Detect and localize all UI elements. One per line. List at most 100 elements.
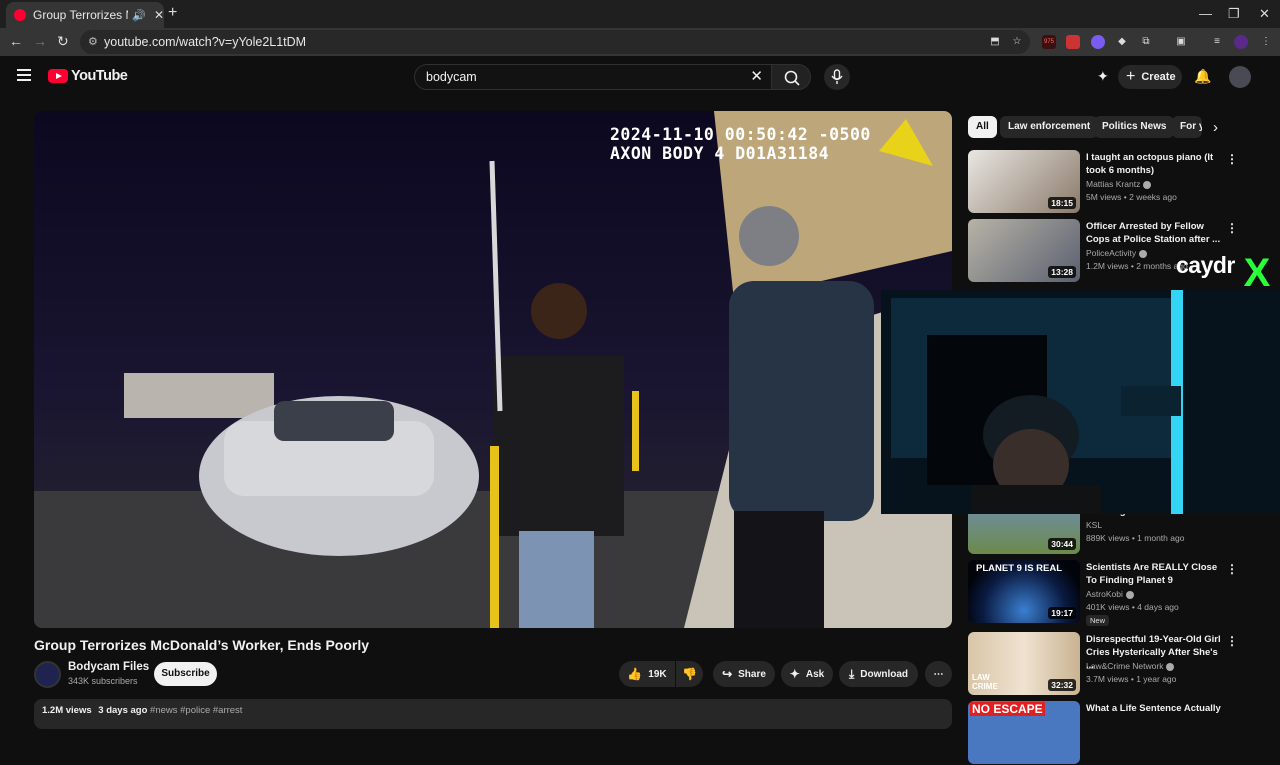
rec-channel[interactable]: Law&Crime Network (1086, 661, 1163, 671)
clear-search-icon[interactable]: ✕ (750, 65, 763, 89)
ask-button[interactable]: ✦ Ask (781, 661, 833, 687)
extension-purple-icon[interactable] (1091, 35, 1105, 49)
video-player[interactable]: 2024-11-10 00:50:42 -0500 AXON BODY 4 D0… (34, 111, 952, 628)
rec-title[interactable]: What a Life Sentence Actually (1086, 702, 1224, 715)
like-button[interactable]: 👍 19K (619, 661, 675, 687)
bookmark-star-icon[interactable]: ☆ (1010, 35, 1024, 49)
channel-name[interactable]: Bodycam Files (68, 661, 149, 673)
youtube-play-icon (48, 69, 68, 83)
rec-title[interactable]: Officer Arrested by Fellow Cops at Polic… (1086, 220, 1224, 246)
back-icon[interactable]: ← (9, 33, 23, 49)
share-arrow-icon: ↪ (722, 667, 733, 681)
browser-menu-icon[interactable]: ⋮ (1259, 35, 1273, 49)
address-bar[interactable]: ⚙ youtube.com/watch?v=yYole2L1tDM (80, 30, 1030, 54)
site-info-icon[interactable]: ⚙ (88, 35, 98, 48)
new-badge: New (1086, 615, 1110, 626)
download-button[interactable]: ⤓ Download (839, 661, 918, 687)
forward-icon[interactable]: → (33, 33, 47, 49)
close-tab-icon[interactable]: ✕ (154, 8, 164, 22)
minimize-icon[interactable]: — (1199, 6, 1212, 21)
rec-meta: 5M views • 2 weeks ago (1086, 192, 1177, 202)
like-count: 19K (648, 668, 667, 680)
cast-icon[interactable]: ✦ (1097, 68, 1109, 85)
chip-for-you[interactable]: For y (1172, 116, 1202, 138)
chip-law-enforcement[interactable]: Law enforcement (1000, 116, 1099, 138)
dislike-button[interactable]: 👎 (676, 661, 703, 687)
extension-red-icon[interactable] (1066, 35, 1080, 49)
recommendation-item[interactable]: LAW CRIME 32:32 Disrespectful 19-Year-Ol… (968, 632, 1268, 696)
chip-politics-news[interactable]: Politics News (1094, 116, 1175, 138)
youtube-logo[interactable]: YouTube (48, 68, 128, 84)
more-vertical-icon[interactable]: ⋮ (1226, 152, 1238, 166)
verified-check-icon (1143, 180, 1152, 189)
duration-badge: 30:44 (1048, 538, 1076, 550)
extension-diamond-icon[interactable]: ◆ (1115, 35, 1129, 49)
rec-title[interactable]: I taught an octopus piano (It took 6 mon… (1086, 151, 1224, 177)
duration-badge: 19:17 (1048, 607, 1076, 619)
sparkle-icon: ✦ (789, 667, 800, 681)
subscribe-button[interactable]: Subscribe (154, 662, 217, 686)
restore-icon[interactable]: ❐ (1228, 6, 1240, 22)
create-label: Create (1141, 71, 1176, 83)
rec-channel[interactable]: Mattias Krantz (1086, 179, 1140, 189)
streamer-webcam-overlay (881, 290, 1280, 514)
duration-badge: 13:28 (1048, 266, 1076, 278)
recommendation-item[interactable]: NO ESCAPE What a Life Sentence Actually (968, 701, 1268, 765)
menu-hamburger-icon[interactable] (17, 69, 31, 84)
rec-meta: 401K views • 4 days ago (1086, 602, 1179, 612)
chevron-right-icon[interactable]: › (1213, 119, 1218, 136)
voice-search-button[interactable] (824, 64, 850, 90)
hashtags[interactable]: #news #police #arrest (150, 705, 242, 716)
more-actions-button[interactable]: ⋯ (925, 661, 952, 687)
search-input[interactable]: bodycam ✕ (414, 64, 772, 90)
browser-tab[interactable]: Group Terrorizes McDonald's 🔊 ✕ (6, 2, 164, 28)
subscriber-count: 343K subscribers (68, 676, 138, 686)
video-frame (34, 111, 952, 628)
upload-age: 3 days ago (98, 705, 148, 716)
tab-title: Group Terrorizes McDonald's (33, 8, 128, 22)
description-box[interactable]: 1.2M views 3 days ago #news #police #arr… (34, 699, 952, 729)
recommendation-item[interactable]: 18:15 I taught an octopus piano (It took… (968, 150, 1268, 214)
install-app-icon[interactable]: ⬒ (988, 35, 1002, 49)
tab-search-icon[interactable]: ▣ (1174, 35, 1188, 49)
create-button[interactable]: + Create (1118, 65, 1182, 89)
rec-meta: 889K views • 1 month ago (1086, 533, 1185, 543)
notifications-bell-icon[interactable]: 🔔 (1194, 68, 1211, 85)
search-button[interactable] (771, 64, 811, 90)
recommendation-item[interactable]: PLANET 9 IS REAL 19:17 Scientists Are RE… (968, 560, 1268, 626)
reload-icon[interactable]: ↻ (57, 33, 69, 50)
extension-badge-icon[interactable]: 975 (1042, 35, 1056, 49)
account-avatar[interactable] (1229, 66, 1251, 88)
more-vertical-icon[interactable]: ⋮ (1226, 562, 1238, 576)
rec-title[interactable]: Scientists Are REALLY Close To Finding P… (1086, 561, 1224, 587)
streamer-logo-mark: X (1243, 251, 1271, 295)
rec-channel[interactable]: KSL (1086, 520, 1102, 530)
rec-channel[interactable]: PoliceActivity (1086, 248, 1136, 258)
timestamp-line-2: AXON BODY 4 D01A31184 (610, 144, 830, 163)
more-vertical-icon[interactable]: ⋮ (1226, 221, 1238, 235)
video-thumbnail[interactable]: 18:15 (968, 150, 1080, 213)
media-controls-icon[interactable]: ≡ (1210, 35, 1224, 49)
webcam-frame (881, 290, 1280, 514)
youtube-favicon-icon (14, 9, 26, 21)
new-tab-button[interactable]: + (168, 4, 177, 22)
close-window-icon[interactable]: ✕ (1259, 6, 1270, 22)
video-thumbnail[interactable]: NO ESCAPE (968, 701, 1080, 764)
extensions-puzzle-icon[interactable]: ⧉ (1139, 35, 1153, 49)
search-query: bodycam (426, 70, 477, 84)
thumbnail-caption: PLANET 9 IS REAL (976, 563, 1063, 574)
profile-avatar-icon[interactable] (1234, 35, 1248, 49)
video-thumbnail[interactable]: LAW CRIME 32:32 (968, 632, 1080, 695)
url-text: youtube.com/watch?v=yYole2L1tDM (104, 35, 307, 49)
thumbs-up-icon: 👍 (627, 667, 643, 681)
video-thumbnail[interactable]: 13:28 (968, 219, 1080, 282)
browser-tab-strip: Group Terrorizes McDonald's 🔊 ✕ + — ❐ ✕ (0, 0, 1280, 28)
rec-channel[interactable]: AstroKobi (1086, 589, 1123, 599)
speaker-icon[interactable]: 🔊 (132, 9, 146, 22)
chip-all[interactable]: All (968, 116, 997, 138)
share-button[interactable]: ↪ Share (713, 661, 775, 687)
more-vertical-icon[interactable]: ⋮ (1226, 634, 1238, 648)
timestamp-line-1: 2024-11-10 00:50:42 -0500 (610, 125, 871, 144)
channel-avatar[interactable] (34, 661, 61, 688)
video-thumbnail[interactable]: PLANET 9 IS REAL 19:17 (968, 560, 1080, 623)
